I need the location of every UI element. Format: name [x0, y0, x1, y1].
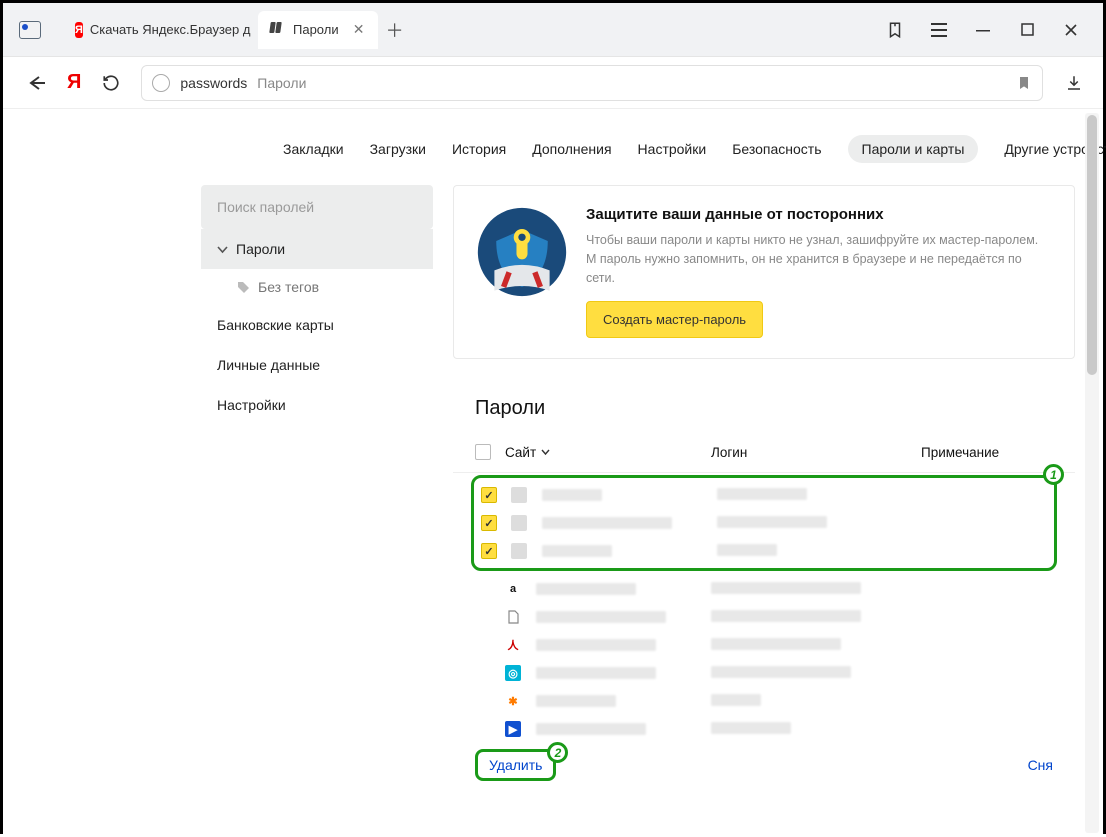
browser-toolbar: Я passwords Пароли	[3, 57, 1103, 109]
address-path: passwords	[180, 75, 247, 91]
yandex-logo-icon[interactable]: Я	[67, 71, 81, 94]
menu-icon[interactable]	[917, 11, 961, 49]
column-site[interactable]: Сайт	[505, 445, 536, 460]
topmenu-history[interactable]: История	[452, 141, 506, 163]
annotation-badge-1: 1	[1043, 464, 1064, 485]
sidebar-item-untagged[interactable]: Без тегов	[201, 269, 433, 305]
table-row[interactable]	[477, 509, 1051, 537]
site-favicon	[511, 543, 527, 559]
sidebar-item-passwords[interactable]: Пароли	[201, 229, 433, 269]
amazon-favicon: a	[505, 581, 521, 597]
bookmark-menu-icon[interactable]	[873, 11, 917, 49]
sidebar-item-settings[interactable]: Настройки	[201, 385, 433, 425]
table-row[interactable]: 人	[453, 631, 1075, 659]
site-favicon: ◎	[505, 665, 521, 681]
card-text: Чтобы ваши пароли и карты никто не узнал…	[586, 231, 1052, 287]
title-bar: Я Скачать Яндекс.Браузер д Пароли ✕ ＋	[3, 3, 1103, 57]
passwords-favicon	[270, 22, 286, 38]
row-checkbox[interactable]	[481, 487, 497, 503]
tab-active[interactable]: Пароли ✕	[258, 11, 378, 49]
address-bar[interactable]: passwords Пароли	[141, 65, 1043, 101]
settings-top-menu: Закладки Загрузки История Дополнения Нас…	[3, 141, 1103, 185]
topmenu-bookmarks[interactable]: Закладки	[283, 141, 344, 163]
sort-chevron-icon	[541, 448, 550, 457]
minimize-button[interactable]	[961, 11, 1005, 49]
select-all-checkbox[interactable]	[475, 444, 491, 460]
scrollbar[interactable]	[1085, 113, 1099, 833]
table-header: Сайт Логин Примечание	[453, 438, 1075, 473]
search-input[interactable]: Поиск паролей	[201, 185, 433, 229]
table-row[interactable]: ✱	[453, 687, 1075, 715]
delete-button[interactable]: Удалить	[475, 749, 556, 781]
deselect-link[interactable]: Сня	[1028, 757, 1053, 773]
topmenu-passwords[interactable]: Пароли и карты	[848, 135, 979, 163]
master-password-card: Защитите ваши данные от посторонних Чтоб…	[453, 185, 1075, 359]
shield-key-icon	[476, 206, 568, 298]
maximize-button[interactable]	[1005, 11, 1049, 49]
annotation-badge-2: 2	[547, 742, 568, 763]
row-checkbox[interactable]	[481, 543, 497, 559]
site-favicon: ▶	[505, 721, 521, 737]
site-info-icon[interactable]	[152, 74, 170, 92]
search-placeholder: Поиск паролей	[217, 199, 314, 215]
sidebar-toggle-icon[interactable]	[19, 21, 41, 39]
chevron-down-icon	[217, 244, 228, 255]
topmenu-security[interactable]: Безопасность	[732, 141, 821, 163]
column-note[interactable]: Примечание	[921, 445, 1053, 460]
close-tab-icon[interactable]: ✕	[352, 23, 366, 37]
topmenu-downloads[interactable]: Загрузки	[370, 141, 426, 163]
sidebar-item-label: Банковские карты	[217, 317, 334, 333]
section-title: Пароли	[453, 379, 1075, 438]
sidebar-item-bankcards[interactable]: Банковские карты	[201, 305, 433, 345]
sidebar: Поиск паролей Пароли Без тегов Банковски…	[201, 185, 433, 787]
sidebar-item-personal[interactable]: Личные данные	[201, 345, 433, 385]
reload-button[interactable]	[97, 69, 125, 97]
site-favicon	[511, 487, 527, 503]
yandex-favicon: Я	[75, 22, 83, 38]
bookmark-star-icon[interactable]	[1016, 75, 1032, 91]
main-panel: Защитите ваши данные от посторонних Чтоб…	[453, 185, 1075, 787]
tag-icon	[237, 281, 250, 294]
adobe-favicon: 人	[505, 637, 521, 653]
site-favicon	[511, 515, 527, 531]
sidebar-item-label: Без тегов	[258, 279, 319, 295]
list-footer: 2 Удалить Сня	[453, 743, 1075, 787]
back-button[interactable]	[23, 69, 51, 97]
content-area: Закладки Загрузки История Дополнения Нас…	[3, 109, 1103, 837]
new-tab-button[interactable]: ＋	[378, 13, 412, 47]
annotation-group-1: 1	[471, 475, 1057, 571]
card-title: Защитите ваши данные от посторонних	[586, 206, 1052, 223]
table-row[interactable]	[453, 603, 1075, 631]
table-row[interactable]: ▶	[453, 715, 1075, 743]
table-row[interactable]: a	[453, 575, 1075, 603]
table-row[interactable]: ◎	[453, 659, 1075, 687]
row-checkbox[interactable]	[481, 515, 497, 531]
table-row[interactable]	[477, 481, 1051, 509]
table-row[interactable]	[477, 537, 1051, 565]
topmenu-settings[interactable]: Настройки	[638, 141, 707, 163]
avast-favicon: ✱	[505, 693, 521, 709]
column-login[interactable]: Логин	[711, 445, 921, 460]
sidebar-item-label: Пароли	[236, 241, 285, 257]
sidebar-item-label: Настройки	[217, 397, 286, 413]
address-title: Пароли	[257, 75, 306, 91]
file-favicon	[505, 609, 521, 625]
sidebar-item-label: Личные данные	[217, 357, 320, 373]
tab-inactive[interactable]: Я Скачать Яндекс.Браузер д	[63, 11, 258, 49]
topmenu-addons[interactable]: Дополнения	[532, 141, 611, 163]
tab-label: Пароли	[293, 22, 339, 37]
downloads-button[interactable]	[1059, 68, 1089, 98]
window-close-button[interactable]	[1049, 11, 1093, 49]
tab-label: Скачать Яндекс.Браузер д	[90, 22, 251, 37]
create-master-password-button[interactable]: Создать мастер-пароль	[586, 301, 763, 338]
